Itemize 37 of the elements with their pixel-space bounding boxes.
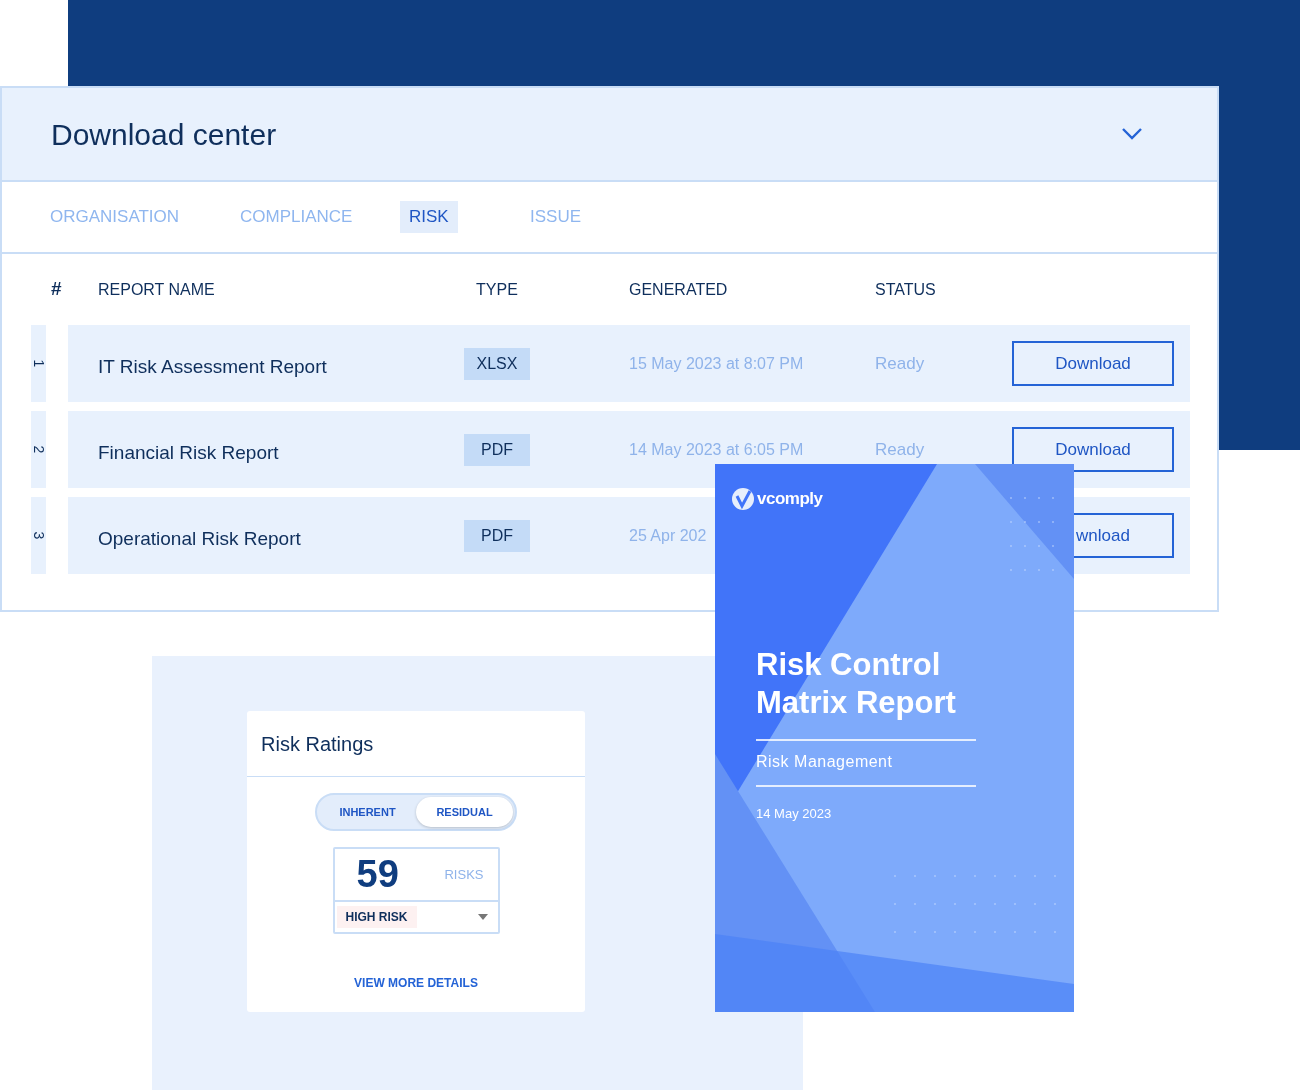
row-number: 3: [30, 531, 48, 540]
report-name: Operational Risk Report: [98, 527, 302, 552]
panel-title: Download center: [51, 116, 277, 153]
report-name: IT Risk Assessment Report: [98, 355, 328, 380]
status-text: Ready: [875, 439, 925, 459]
chevron-down-icon[interactable]: [1121, 127, 1143, 141]
risk-level-label: HIGH RISK: [336, 906, 417, 928]
cover-title: Risk Control Matrix Report: [755, 645, 957, 722]
report-name: Financial Risk Report: [98, 441, 280, 466]
caret-down-icon: [477, 914, 488, 920]
generated-date: 15 May 2023 at 8:07 PM: [629, 354, 804, 372]
cover-subtitle: Risk Management: [756, 751, 894, 772]
check-logo-icon: [731, 486, 755, 511]
risk-level-dropdown[interactable]: HIGH RISK: [334, 902, 498, 932]
status-text: Ready: [875, 353, 925, 373]
cover-date: 14 May 2023: [756, 804, 833, 823]
count-label: RISKS: [444, 865, 484, 884]
column-header: GENERATED: [629, 279, 728, 300]
column-header: TYPE: [475, 279, 519, 300]
toggle-option[interactable]: INHERENT: [319, 797, 416, 827]
card-title: Risk Ratings: [261, 731, 374, 757]
column-header: REPORT NAME: [98, 279, 215, 300]
file-type-badge: PDF: [464, 519, 530, 552]
column-header: STATUS: [875, 279, 936, 300]
file-type-badge: XLSX: [464, 347, 530, 380]
download-button[interactable]: Download: [1012, 341, 1174, 386]
brand-logo-text: vcomply: [757, 488, 823, 510]
generated-date: 14 May 2023 at 6:05 PM: [629, 440, 804, 458]
tab[interactable]: RISK: [400, 201, 458, 233]
row-number: 1: [30, 359, 48, 368]
risk-count: 59: [356, 852, 399, 897]
view-details-link[interactable]: VIEW MORE DETAILS: [354, 974, 478, 992]
generated-date: 25 Apr 202: [629, 526, 707, 544]
column-header: #: [51, 277, 62, 302]
toggle-option[interactable]: RESIDUAL: [416, 797, 513, 827]
row-number: 2: [30, 445, 48, 454]
file-type-badge: PDF: [464, 433, 530, 466]
